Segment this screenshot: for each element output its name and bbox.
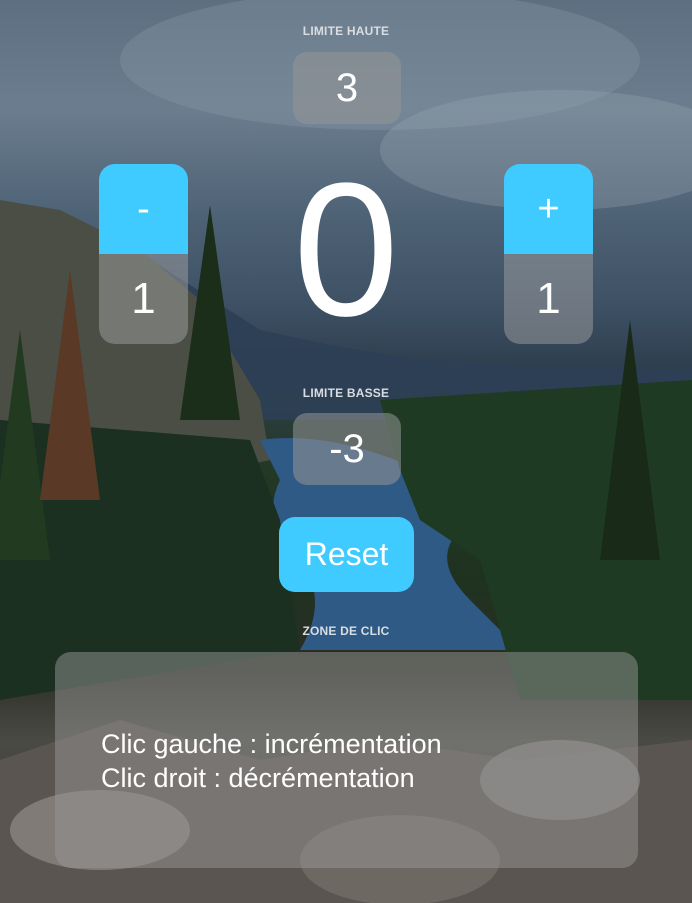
increment-step-field[interactable]: 1 <box>504 254 593 344</box>
increment-button[interactable]: + <box>504 164 593 254</box>
reset-button[interactable]: Reset <box>279 517 414 592</box>
decrement-stepper: - 1 <box>99 164 188 344</box>
click-zone[interactable]: Clic gauche : incrémentation Clic droit … <box>55 652 638 868</box>
increment-stepper: + 1 <box>504 164 593 344</box>
lower-limit-field[interactable]: -3 <box>293 413 401 485</box>
upper-limit-label: LIMITE HAUTE <box>302 24 390 38</box>
click-zone-left-text: Clic gauche : incrémentation <box>101 729 442 759</box>
decrement-step-field[interactable]: 1 <box>99 254 188 344</box>
decrement-button[interactable]: - <box>99 164 188 254</box>
click-zone-label: ZONE DE CLIC <box>302 624 390 638</box>
click-zone-right-text: Clic droit : décrémentation <box>101 763 415 793</box>
lower-limit-label: LIMITE BASSE <box>302 386 390 400</box>
upper-limit-field[interactable]: 3 <box>293 52 401 124</box>
counter-value: 0 <box>293 144 399 356</box>
